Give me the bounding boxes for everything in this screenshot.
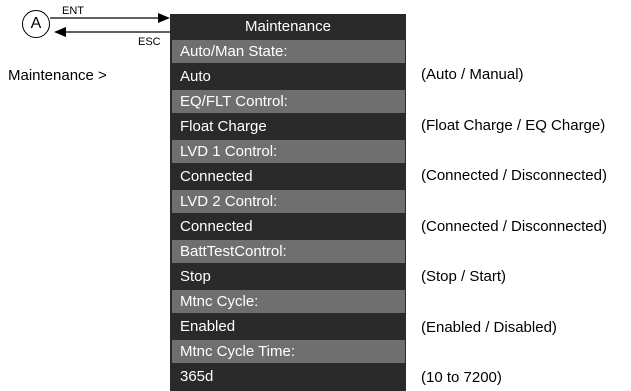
field-label: EQ/FLT Control: <box>172 90 405 113</box>
esc-arrowhead-icon <box>54 27 66 37</box>
value-options: (Stop / Start) <box>421 268 507 285</box>
field-label: BattTestControl: <box>172 240 405 263</box>
field-value[interactable]: Connected <box>172 165 405 188</box>
field-value[interactable]: Float Charge <box>172 115 405 138</box>
breadcrumb: Maintenance > <box>8 67 107 84</box>
field-value[interactable]: Enabled <box>172 315 405 338</box>
field-label: Mtnc Cycle: <box>172 290 405 313</box>
value-options: (10 to 7200) <box>421 369 502 386</box>
value-options: (Connected / Disconnected) <box>421 167 607 184</box>
ent-label: ENT <box>62 5 84 17</box>
field-value[interactable]: Connected <box>172 215 405 238</box>
value-options: (Enabled / Disabled) <box>421 318 557 336</box>
esc-label: ESC <box>138 36 161 48</box>
field-label: Mtnc Cycle Time: <box>172 340 405 363</box>
maintenance-panel: Maintenance Auto/Man State: Auto EQ/FLT Co… <box>170 14 406 391</box>
field-value[interactable]: Auto <box>172 65 405 88</box>
field-label: Auto/Man State: <box>172 40 405 63</box>
field-label: LVD 2 Control: <box>172 190 405 213</box>
ent-arrowhead-icon <box>158 13 170 23</box>
value-options: (Auto / Manual) <box>421 66 524 83</box>
value-options: (Float Charge / EQ Charge) <box>421 116 606 134</box>
field-label: LVD 1 Control: <box>172 140 405 163</box>
value-options: (Connected / Disconnected) <box>421 217 607 235</box>
field-value[interactable]: 365d <box>172 365 405 388</box>
panel-title: Maintenance <box>245 18 331 35</box>
field-value[interactable]: Stop <box>172 265 405 288</box>
